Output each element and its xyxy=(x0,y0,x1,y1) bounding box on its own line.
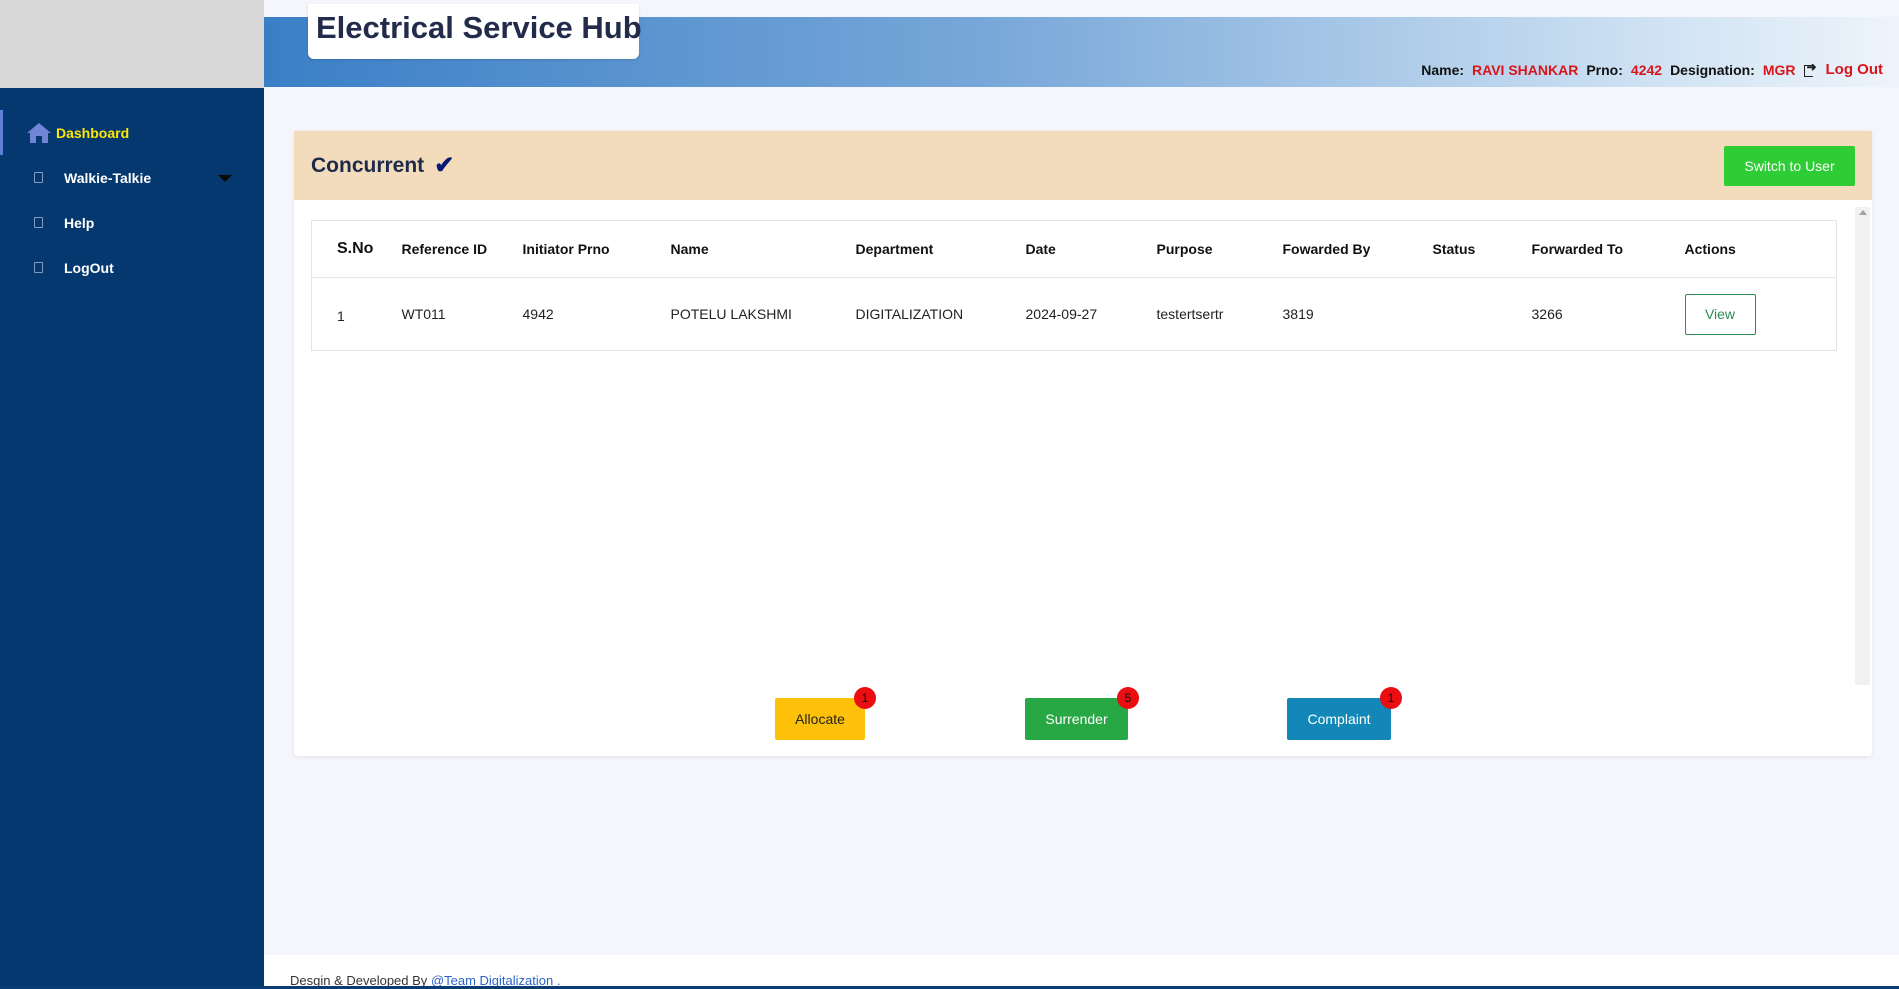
prno-value: 4242 xyxy=(1630,61,1663,78)
surrender-count-badge: 5 xyxy=(1117,687,1139,709)
allocate-count-badge: 1 xyxy=(854,687,876,709)
cell-initiator-prno: 4942 xyxy=(522,306,554,322)
name-label: Name: xyxy=(1421,61,1465,78)
footer: Desgin & Developed By @Team Digitalizati… xyxy=(264,955,1899,989)
complaint-button[interactable]: Complaint 1 xyxy=(1287,687,1402,740)
card-header: Concurrent ✔ Switch to User xyxy=(294,131,1872,200)
allocate-button[interactable]: Allocate 1 xyxy=(775,687,876,740)
cell-department: DIGITALIZATION xyxy=(855,306,964,322)
sidebar-item-help[interactable]: Help xyxy=(0,200,264,245)
vertical-scrollbar[interactable] xyxy=(1855,207,1870,685)
column-header: Reference ID xyxy=(401,220,523,278)
check-icon: ✔ xyxy=(434,152,455,179)
complaint-label: Complaint xyxy=(1307,711,1371,727)
table-scroll-area[interactable]: S.No Reference ID Initiator Prno Name De… xyxy=(294,200,1872,685)
sidebar-item-label: LogOut xyxy=(64,259,114,276)
cell-actions: View xyxy=(1684,278,1837,351)
chevron-down-icon[interactable] xyxy=(218,175,232,182)
column-header: Actions xyxy=(1684,220,1837,278)
sidebar-item-logout[interactable]: LogOut xyxy=(0,245,264,290)
view-button[interactable]: View xyxy=(1684,293,1756,335)
complaint-count-badge: 1 xyxy=(1380,687,1402,709)
switch-to-user-button[interactable]: Switch to User xyxy=(1724,146,1855,186)
app-title: Electrical Service Hub xyxy=(316,10,642,45)
square-icon xyxy=(34,262,64,273)
sidebar-item-label: Dashboard xyxy=(56,124,130,141)
name-value: RAVI SHANKAR xyxy=(1472,61,1579,78)
column-header: Fowarded By xyxy=(1282,220,1433,278)
cell-forwarded-to: 3266 xyxy=(1531,306,1563,322)
cell-reference-id: WT011 xyxy=(401,306,446,322)
table-header-row: S.No Reference ID Initiator Prno Name De… xyxy=(311,220,1837,278)
logout-icon[interactable] xyxy=(1803,60,1818,77)
sidebar-item-label: Help xyxy=(64,214,95,231)
sidebar-item-dashboard[interactable]: Dashboard xyxy=(0,110,264,155)
logo-area xyxy=(0,0,264,88)
home-icon xyxy=(26,122,56,144)
surrender-label: Surrender xyxy=(1045,711,1108,727)
requests-table: S.No Reference ID Initiator Prno Name De… xyxy=(311,220,1837,351)
sidebar-item-walkie-talkie[interactable]: Walkie-Talkie xyxy=(0,155,264,200)
scroll-up-icon[interactable] xyxy=(1859,210,1867,215)
concurrent-card: Concurrent ✔ Switch to User S.No Referen… xyxy=(294,131,1872,756)
designation-value: MGR xyxy=(1762,61,1796,78)
cell-name: POTELU LAKSHMI xyxy=(670,306,792,322)
cell-forwarded-by: 3819 xyxy=(1282,306,1314,322)
cell-date: 2024-09-27 xyxy=(1025,306,1098,322)
user-info: Name: RAVI SHANKAR Prno: 4242 Designatio… xyxy=(1421,60,1883,79)
surrender-button[interactable]: Surrender 5 xyxy=(1025,687,1139,740)
square-icon xyxy=(34,217,64,228)
square-icon xyxy=(34,172,64,183)
cell-status xyxy=(1433,278,1532,351)
sidebar-nav: Dashboard Walkie-Talkie Help LogOut xyxy=(0,110,264,290)
column-header: Purpose xyxy=(1156,220,1283,278)
sidebar: Dashboard Walkie-Talkie Help LogOut xyxy=(0,0,264,989)
prno-label: Prno: xyxy=(1586,61,1623,78)
column-header: Name xyxy=(670,220,856,278)
table-row: 1 WT011 4942 POTELU LAKSHMI DIGITALIZATI… xyxy=(312,278,1837,351)
card-title: Concurrent ✔ xyxy=(311,154,454,178)
scrollbar-thumb[interactable] xyxy=(1857,219,1868,685)
column-header: Initiator Prno xyxy=(522,220,671,278)
sidebar-item-label: Walkie-Talkie xyxy=(64,169,152,186)
logout-link[interactable]: Log Out xyxy=(1826,61,1883,78)
card-title-text: Concurrent xyxy=(311,154,425,177)
column-header: Department xyxy=(855,220,1026,278)
column-header: Date xyxy=(1025,220,1157,278)
action-bar: Allocate 1 Surrender 5 Complaint 1 xyxy=(294,687,1872,743)
cell-sno: 1 xyxy=(337,308,345,324)
designation-label: Designation: xyxy=(1670,61,1755,78)
column-header: S.No xyxy=(311,220,402,278)
column-header: Forwarded To xyxy=(1531,220,1685,278)
brand-card: Electrical Service Hub xyxy=(308,4,642,59)
allocate-label: Allocate xyxy=(795,711,845,727)
cell-purpose: testertsertr xyxy=(1156,306,1224,322)
column-header: Status xyxy=(1432,220,1532,278)
